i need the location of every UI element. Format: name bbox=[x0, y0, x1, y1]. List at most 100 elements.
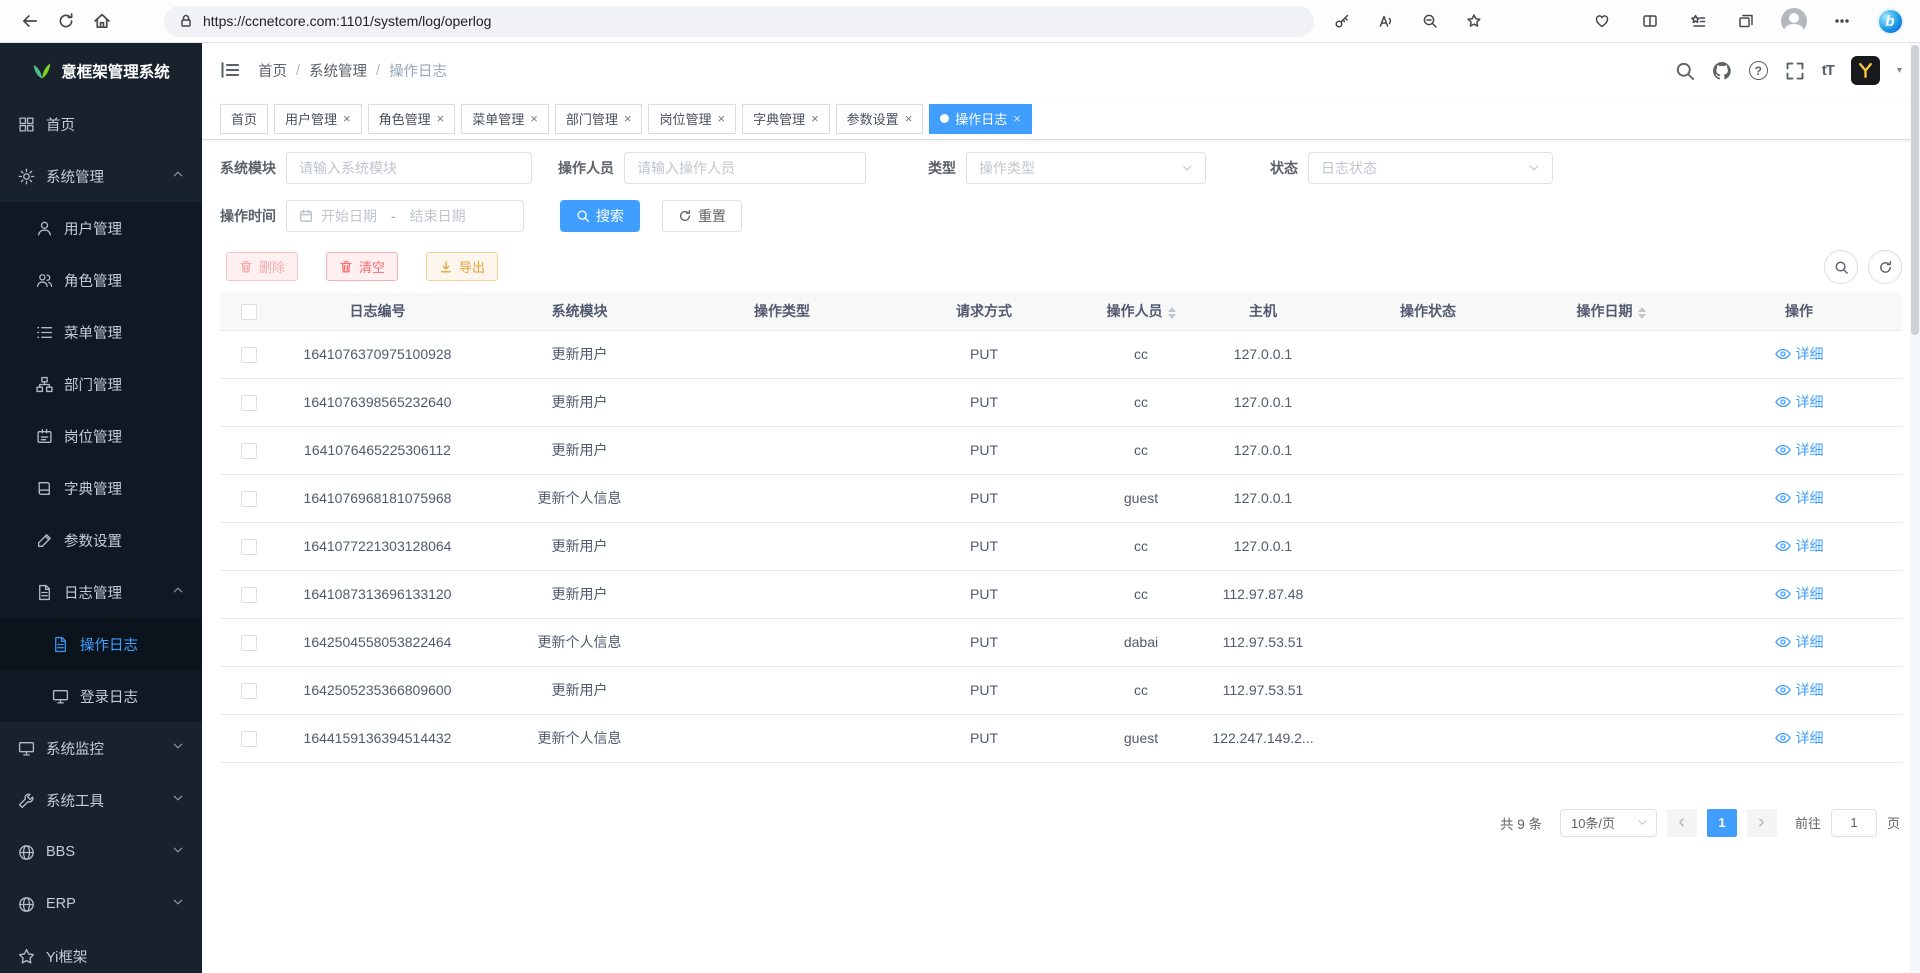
close-icon[interactable]: × bbox=[437, 112, 445, 125]
profile-button[interactable] bbox=[1776, 4, 1812, 38]
search-button[interactable]: 搜索 bbox=[560, 200, 640, 232]
detail-link[interactable]: 详细 bbox=[1775, 392, 1824, 412]
tab-role-mgmt[interactable]: 角色管理× bbox=[368, 104, 456, 134]
close-icon[interactable]: × bbox=[905, 112, 913, 125]
row-checkbox[interactable] bbox=[241, 443, 257, 459]
column-operator[interactable]: 操作人员 bbox=[1086, 293, 1196, 330]
tab-post-mgmt[interactable]: 岗位管理× bbox=[648, 104, 736, 134]
close-icon[interactable]: × bbox=[1013, 112, 1021, 125]
row-checkbox[interactable] bbox=[241, 587, 257, 603]
refresh-table-button[interactable] bbox=[1868, 250, 1902, 284]
sidebar-item-dict-mgmt[interactable]: 字典管理 bbox=[0, 462, 202, 514]
select-all-checkbox[interactable] bbox=[241, 304, 257, 320]
sidebar-item-bbs[interactable]: BBS bbox=[0, 826, 202, 878]
read-aloud-button[interactable] bbox=[1368, 4, 1404, 38]
row-checkbox[interactable] bbox=[241, 491, 257, 507]
close-icon[interactable]: × bbox=[530, 112, 538, 125]
module-input[interactable] bbox=[286, 152, 532, 184]
detail-link[interactable]: 详细 bbox=[1775, 488, 1824, 508]
tab-home[interactable]: 首页 bbox=[220, 104, 268, 134]
page-scrollbar[interactable] bbox=[1910, 43, 1920, 973]
sort-icon[interactable] bbox=[1638, 307, 1646, 319]
row-checkbox[interactable] bbox=[241, 347, 257, 363]
sidebar-collapse-button[interactable] bbox=[220, 60, 242, 82]
close-icon[interactable]: × bbox=[811, 112, 819, 125]
sidebar-item-log-mgmt[interactable]: 日志管理 bbox=[0, 566, 202, 618]
font-size-icon[interactable]: tT bbox=[1822, 62, 1834, 79]
sidebar-item-system-mgmt[interactable]: 系统管理 bbox=[0, 150, 202, 202]
sidebar-item-system-monitor[interactable]: 系统监控 bbox=[0, 722, 202, 774]
detail-link[interactable]: 详细 bbox=[1775, 632, 1824, 652]
copilot-button[interactable]: b bbox=[1872, 4, 1908, 38]
help-icon[interactable]: ? bbox=[1749, 61, 1768, 80]
browser-refresh-button[interactable] bbox=[48, 4, 84, 38]
user-avatar-logo[interactable] bbox=[1851, 56, 1880, 85]
breadcrumb-system[interactable]: 系统管理 bbox=[309, 60, 367, 81]
detail-link[interactable]: 详细 bbox=[1775, 440, 1824, 460]
tab-dict-mgmt[interactable]: 字典管理× bbox=[742, 104, 830, 134]
add-favorite-button[interactable] bbox=[1456, 4, 1492, 38]
detail-link[interactable]: 详细 bbox=[1775, 728, 1824, 748]
tab-param-settings[interactable]: 参数设置× bbox=[836, 104, 924, 134]
sidebar-item-param-settings[interactable]: 参数设置 bbox=[0, 514, 202, 566]
row-checkbox[interactable] bbox=[241, 683, 257, 699]
sidebar-item-system-tools[interactable]: 系统工具 bbox=[0, 774, 202, 826]
delete-button[interactable]: 删除 bbox=[226, 252, 298, 281]
browser-back-button[interactable] bbox=[12, 4, 48, 38]
show-search-toggle-button[interactable] bbox=[1824, 250, 1858, 284]
clear-button[interactable]: 清空 bbox=[326, 252, 398, 281]
sidebar-item-user-mgmt[interactable]: 用户管理 bbox=[0, 202, 202, 254]
row-checkbox[interactable] bbox=[241, 395, 257, 411]
breadcrumb-home[interactable]: 首页 bbox=[258, 60, 287, 81]
browser-home-button[interactable] bbox=[84, 4, 120, 38]
page-size-select[interactable]: 10条/页 bbox=[1560, 809, 1657, 837]
sidebar-item-menu-mgmt[interactable]: 菜单管理 bbox=[0, 306, 202, 358]
browser-essentials-button[interactable] bbox=[1584, 4, 1620, 38]
sidebar-item-yi-framework[interactable]: Yi框架 bbox=[0, 930, 202, 973]
export-button[interactable]: 导出 bbox=[426, 252, 498, 281]
detail-link[interactable]: 详细 bbox=[1775, 584, 1824, 604]
page-number-button[interactable]: 1 bbox=[1707, 809, 1737, 837]
detail-link[interactable]: 详细 bbox=[1775, 344, 1824, 364]
type-select[interactable]: 操作类型 bbox=[966, 152, 1206, 184]
scrollbar-thumb[interactable] bbox=[1911, 45, 1919, 335]
avatar-caret-icon[interactable]: ▾ bbox=[1897, 65, 1902, 76]
reset-button[interactable]: 重置 bbox=[662, 200, 742, 232]
tab-oper-log[interactable]: 操作日志× bbox=[929, 104, 1032, 134]
address-bar[interactable]: https://ccnetcore.com:1101/system/log/op… bbox=[164, 6, 1314, 37]
close-icon[interactable]: × bbox=[624, 112, 632, 125]
operator-input[interactable] bbox=[624, 152, 866, 184]
sort-icon[interactable] bbox=[1168, 307, 1176, 319]
goto-page-input[interactable] bbox=[1831, 809, 1877, 837]
saved-password-button[interactable] bbox=[1324, 4, 1360, 38]
zoom-button[interactable] bbox=[1412, 4, 1448, 38]
status-select[interactable]: 日志状态 bbox=[1308, 152, 1553, 184]
date-range-picker[interactable]: 开始日期 - 结束日期 bbox=[286, 200, 524, 232]
detail-link[interactable]: 详细 bbox=[1775, 536, 1824, 556]
next-page-button[interactable] bbox=[1747, 809, 1777, 837]
app-logo[interactable]: 意框架管理系统 bbox=[0, 43, 202, 98]
favorites-button[interactable] bbox=[1680, 4, 1716, 38]
sidebar-item-erp[interactable]: ERP bbox=[0, 878, 202, 930]
column-date[interactable]: 操作日期 bbox=[1526, 293, 1696, 330]
sidebar-item-oper-log[interactable]: 操作日志 bbox=[0, 618, 202, 670]
tab-menu-mgmt[interactable]: 菜单管理× bbox=[461, 104, 549, 134]
row-checkbox[interactable] bbox=[241, 731, 257, 747]
close-icon[interactable]: × bbox=[343, 112, 351, 125]
sidebar-item-post-mgmt[interactable]: 岗位管理 bbox=[0, 410, 202, 462]
sidebar-item-home[interactable]: 首页 bbox=[0, 98, 202, 150]
fullscreen-icon[interactable] bbox=[1785, 61, 1805, 81]
split-screen-button[interactable] bbox=[1632, 4, 1668, 38]
detail-link[interactable]: 详细 bbox=[1775, 680, 1824, 700]
tab-user-mgmt[interactable]: 用户管理× bbox=[274, 104, 362, 134]
row-checkbox[interactable] bbox=[241, 539, 257, 555]
sidebar-item-role-mgmt[interactable]: 角色管理 bbox=[0, 254, 202, 306]
search-icon[interactable] bbox=[1675, 61, 1695, 81]
github-icon[interactable] bbox=[1712, 61, 1732, 81]
close-icon[interactable]: × bbox=[717, 112, 725, 125]
collections-button[interactable] bbox=[1728, 4, 1764, 38]
browser-settings-button[interactable] bbox=[1824, 4, 1860, 38]
row-checkbox[interactable] bbox=[241, 635, 257, 651]
prev-page-button[interactable] bbox=[1667, 809, 1697, 837]
sidebar-item-login-log[interactable]: 登录日志 bbox=[0, 670, 202, 722]
